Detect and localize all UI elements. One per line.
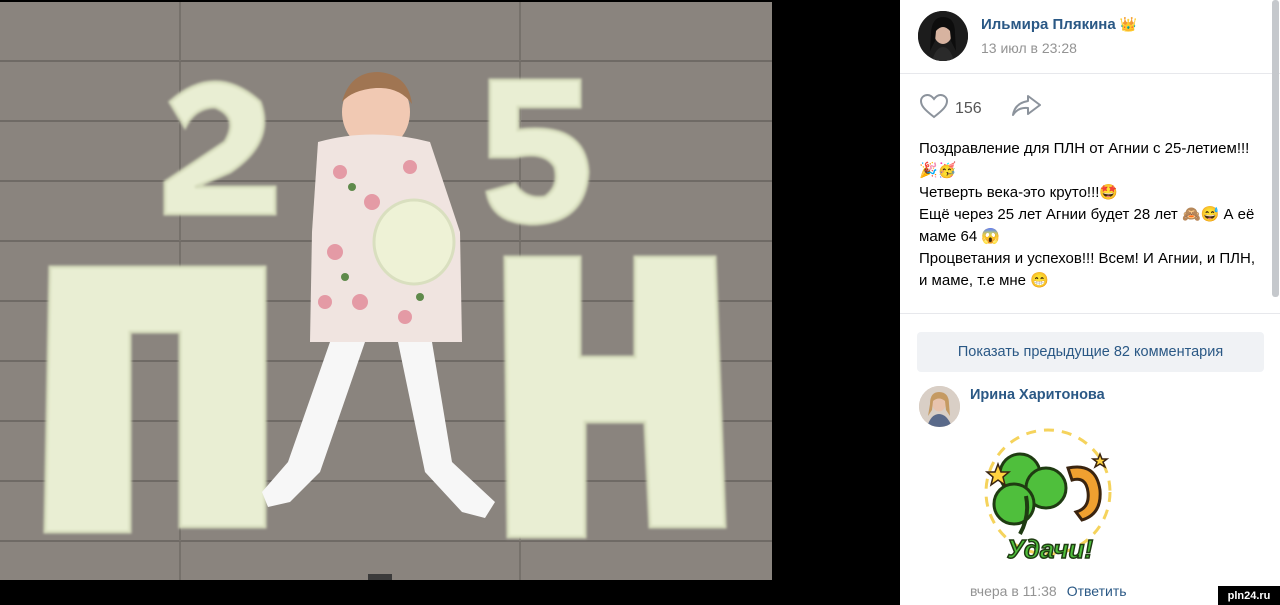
post-line: Процветания и успехов!!! Всем! И Агнии, … bbox=[919, 250, 1255, 289]
post-author: Ильмира Плякина 👑 13 июл в 23:28 bbox=[918, 11, 1137, 61]
post-text: Поздравление для ПЛН от Агнии с 25-летие… bbox=[919, 138, 1264, 292]
crown-icon: 👑 bbox=[1119, 16, 1138, 32]
heart-icon[interactable] bbox=[919, 93, 949, 124]
comment-time[interactable]: вчера в 11:38 bbox=[970, 583, 1057, 599]
post-actions: 156 bbox=[919, 93, 1042, 124]
like-count: 156 bbox=[955, 99, 982, 117]
post-line: Четверть века-это круто!!!🤩 bbox=[919, 184, 1119, 201]
post-line: Поздравление для ПЛН от Агнии с 25-летие… bbox=[919, 140, 1250, 179]
sticker-luck: Удачи! bbox=[968, 416, 1128, 576]
post-date[interactable]: 13 июл в 23:28 bbox=[981, 40, 1137, 56]
post-photo[interactable] bbox=[0, 2, 772, 580]
watermark-logo: pln24.ru bbox=[1218, 586, 1280, 605]
divider bbox=[900, 313, 1280, 314]
show-previous-comments-button[interactable]: Показать предыдущие 82 комментария bbox=[917, 332, 1264, 372]
sticker-text: Удачи! bbox=[1007, 534, 1094, 564]
comment-meta: вчера в 11:38 Ответить bbox=[970, 583, 1127, 599]
divider bbox=[900, 73, 1280, 74]
author-info: Ильмира Плякина 👑 13 июл в 23:28 bbox=[981, 16, 1137, 56]
author-avatar[interactable] bbox=[918, 11, 968, 61]
commenter-avatar[interactable] bbox=[919, 386, 960, 427]
reply-link[interactable]: Ответить bbox=[1067, 583, 1127, 599]
post-line: Ещё через 25 лет Агнии будет 28 лет 🙈😅 А… bbox=[919, 206, 1255, 245]
scrollbar[interactable] bbox=[1272, 0, 1279, 297]
share-icon[interactable] bbox=[1010, 94, 1042, 123]
author-name[interactable]: Ильмира Плякина bbox=[981, 16, 1116, 33]
post-panel: Ильмира Плякина 👑 13 июл в 23:28 156 Позд… bbox=[900, 0, 1280, 605]
commenter-name[interactable]: Ирина Харитонова bbox=[970, 387, 1105, 403]
photo-viewer bbox=[0, 0, 900, 605]
photo-image bbox=[0, 2, 772, 580]
